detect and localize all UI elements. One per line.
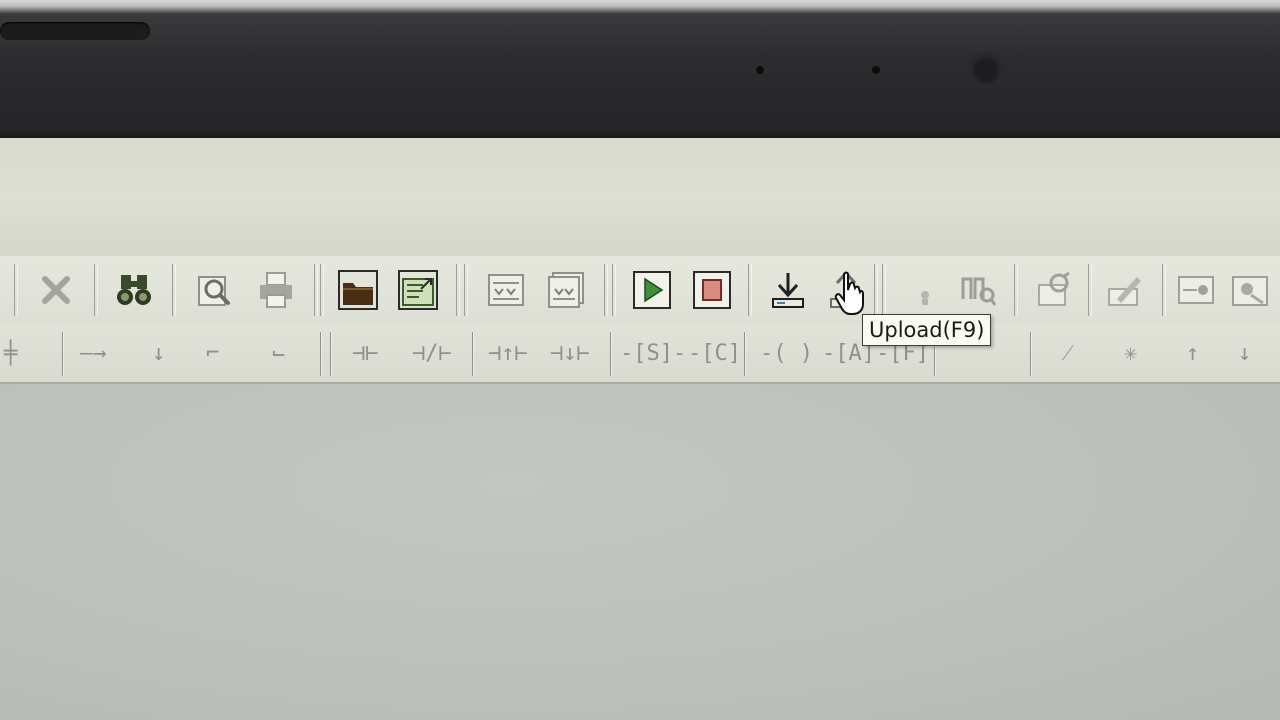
edit-button[interactable] — [1102, 266, 1150, 314]
folder-icon — [338, 270, 378, 310]
toolbar-separator — [172, 264, 176, 316]
toolbar-separator — [1088, 264, 1092, 316]
toolbar-separator — [610, 332, 611, 376]
upload-tooltip: Upload(F9) — [862, 314, 992, 346]
toolbar-separator — [314, 264, 318, 316]
monitor-icon — [921, 291, 929, 305]
x-icon — [42, 276, 70, 304]
toolbar-separator — [330, 332, 331, 376]
vertical-line-icon[interactable]: ↓ — [152, 338, 165, 370]
toolbar-separator — [320, 332, 321, 376]
ladder-toolbar: ╪ —→ ↓ ⌐ ⌙ ⊣⊢ ⊣/⊢ ⊣↑⊢ ⊣↓⊢ -[S]- -[C] -( … — [0, 324, 1280, 384]
webcam-icon — [968, 52, 1004, 88]
binoculars-icon — [117, 275, 151, 305]
compile-all-icon — [548, 272, 584, 308]
network-button[interactable] — [1172, 266, 1220, 314]
bezel-slot — [0, 22, 150, 40]
play-icon — [633, 271, 671, 309]
toolbar-separator — [748, 264, 752, 316]
set-icon[interactable]: -[S]- — [620, 338, 686, 370]
mouse-cursor-icon — [834, 272, 864, 315]
toolbar-separator — [62, 332, 63, 376]
counter-icon[interactable]: -[C] — [688, 338, 741, 370]
coil-icon[interactable]: -( ) — [760, 338, 813, 370]
toolbar-separator — [464, 264, 468, 316]
monitor-button[interactable] — [898, 266, 946, 314]
pencil-icon — [1108, 277, 1141, 306]
sensor-dot — [756, 66, 764, 74]
delete-line-icon[interactable]: ✳ — [1124, 338, 1137, 370]
diagnostics-icon — [961, 277, 997, 306]
export-button[interactable] — [394, 266, 442, 314]
toolbar-separator — [1014, 264, 1018, 316]
compile-button[interactable] — [482, 266, 530, 314]
negative-edge-icon[interactable]: ⊣↓⊢ — [550, 338, 590, 370]
download-icon — [772, 273, 804, 308]
view-icon — [1232, 276, 1268, 306]
insert-rung-icon[interactable]: ╪ — [4, 338, 17, 370]
download-button[interactable] — [764, 266, 812, 314]
network-icon — [1178, 276, 1214, 304]
toolbar-separator — [882, 264, 886, 316]
printer-icon — [260, 272, 292, 308]
compile-all-button[interactable] — [542, 266, 590, 314]
branch-down-icon[interactable]: ⌐ — [206, 338, 219, 370]
sensor-dot — [872, 66, 880, 74]
application-window: ╪ —→ ↓ ⌐ ⌙ ⊣⊢ ⊣/⊢ ⊣↑⊢ ⊣↓⊢ -[S]- -[C] -( … — [0, 138, 1280, 720]
delete-button[interactable] — [32, 266, 80, 314]
monitor-bezel — [0, 0, 1280, 140]
toolbar-separator — [14, 264, 18, 316]
open-folder-button[interactable] — [334, 266, 382, 314]
toolbar-separator — [472, 332, 473, 376]
diagnostics-button[interactable] — [954, 266, 1002, 314]
toolbar-separator — [456, 264, 460, 316]
contact-no-icon[interactable]: ⊣⊢ — [352, 338, 379, 370]
diagonal-line-icon[interactable]: ⁄ — [1066, 338, 1070, 370]
move-up-icon[interactable]: ↑ — [1186, 338, 1199, 370]
branch-up-icon[interactable]: ⌙ — [272, 338, 285, 370]
stop-icon — [693, 271, 731, 309]
export-icon — [398, 270, 438, 310]
run-button[interactable] — [628, 266, 676, 314]
toolbar-separator — [1162, 264, 1166, 316]
toolbar-separator — [320, 264, 324, 316]
compile-icon — [488, 274, 524, 306]
diagnostics-icon — [1038, 271, 1070, 306]
move-down-icon[interactable]: ↓ — [1238, 338, 1251, 370]
find-button[interactable] — [110, 266, 158, 314]
print-preview-button[interactable] — [190, 266, 238, 314]
toolbar-separator — [612, 264, 616, 316]
ladder-workspace[interactable] — [0, 384, 1280, 720]
toolbar-separator — [604, 264, 608, 316]
menu-area — [0, 138, 1280, 257]
toolbar-separator — [744, 332, 745, 376]
contact-nc-icon[interactable]: ⊣/⊢ — [412, 338, 452, 370]
print-button[interactable] — [252, 266, 300, 314]
edit-button-a[interactable] — [1030, 266, 1078, 314]
stop-button[interactable] — [688, 266, 736, 314]
main-toolbar — [0, 256, 1280, 325]
view-button[interactable] — [1226, 266, 1274, 314]
toolbar-separator — [1030, 332, 1031, 376]
toolbar-separator — [94, 264, 98, 316]
positive-edge-icon[interactable]: ⊣↑⊢ — [488, 338, 528, 370]
horizontal-line-icon[interactable]: —→ — [80, 338, 107, 370]
magnifier-icon — [198, 276, 230, 306]
toolbar-separator — [874, 264, 878, 316]
